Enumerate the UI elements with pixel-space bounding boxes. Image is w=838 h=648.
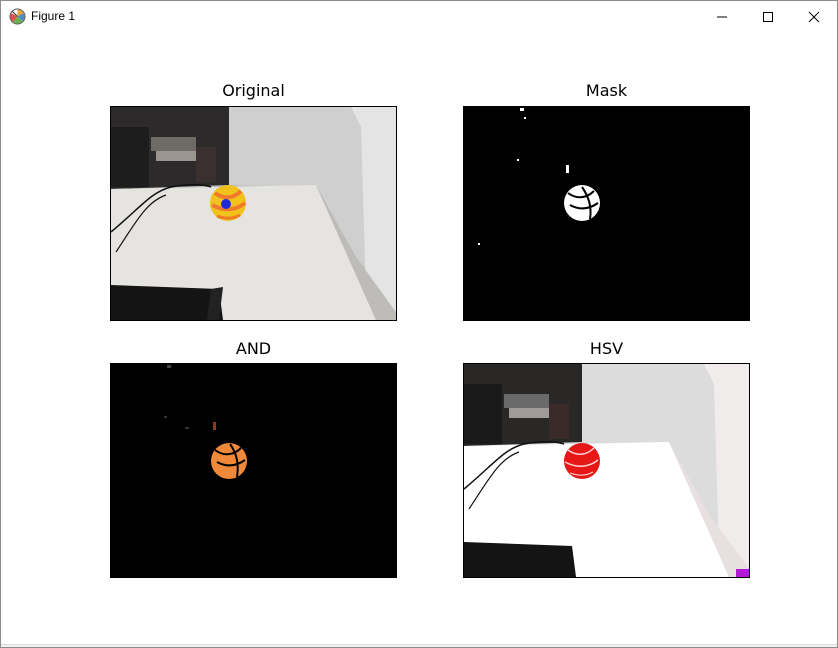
axes-and[interactable]: [110, 363, 397, 578]
axes-original[interactable]: [110, 106, 397, 321]
toolbar-strip: [1, 644, 837, 647]
close-icon: [808, 11, 820, 22]
original-image: [111, 107, 396, 320]
subplot-title-hsv: HSV: [589, 339, 624, 358]
maximize-icon: [763, 11, 773, 22]
axes-hsv[interactable]: [463, 363, 750, 578]
matplotlib-app-icon: [9, 8, 26, 25]
subplot-title-mask: Mask: [585, 81, 628, 100]
minimize-button[interactable]: [699, 1, 745, 32]
figure-window: Figure 1 Original Mask AND HSV: [0, 0, 838, 648]
title-bar[interactable]: Figure 1: [1, 1, 837, 32]
minimize-icon: [717, 16, 727, 17]
hsv-image: [464, 364, 749, 577]
subplot-title-original: Original: [222, 81, 285, 100]
and-image: [111, 364, 396, 577]
mask-image: [464, 107, 749, 320]
maximize-button[interactable]: [745, 1, 791, 32]
subplot-title-and: AND: [235, 339, 272, 358]
close-button[interactable]: [791, 1, 837, 32]
axes-mask[interactable]: [463, 106, 750, 321]
figure-canvas[interactable]: Original Mask AND HSV: [1, 32, 837, 644]
window-title: Figure 1: [31, 9, 76, 23]
